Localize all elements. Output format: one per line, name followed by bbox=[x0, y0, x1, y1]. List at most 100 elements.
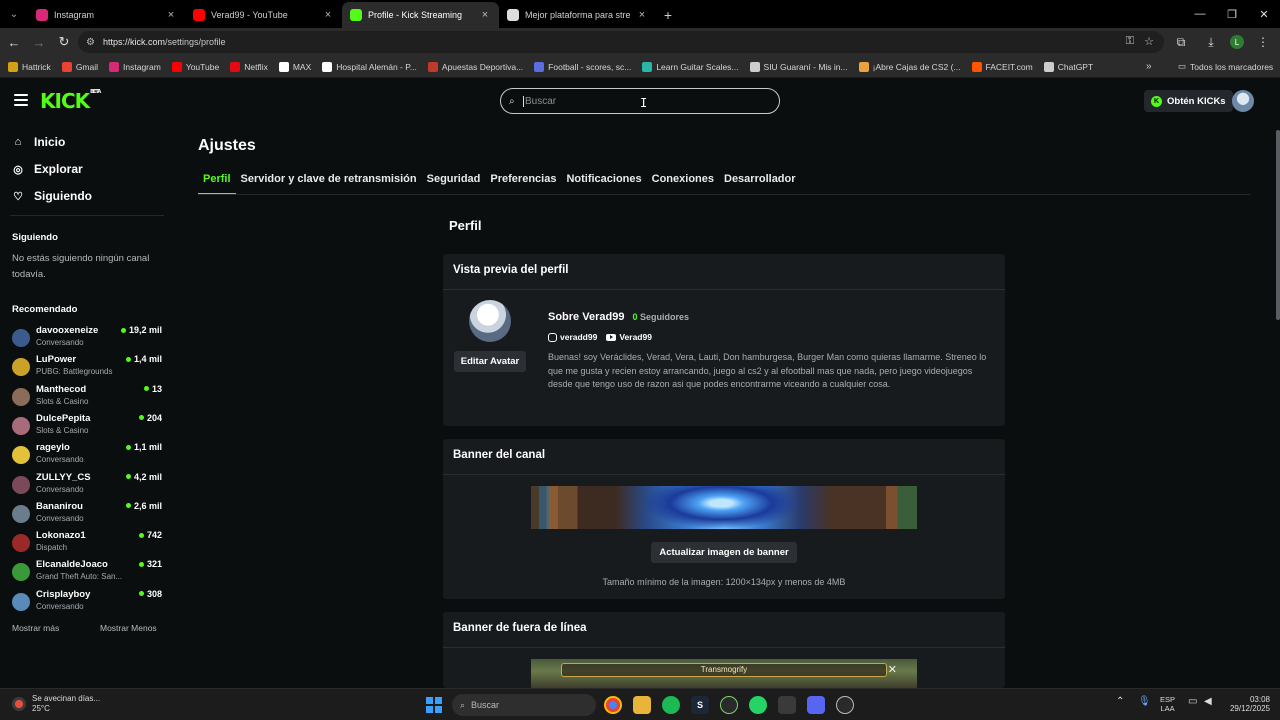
download-icon[interactable]: ⤓ bbox=[1200, 31, 1222, 53]
recommended-channel[interactable]: davooxeneize Conversando 19,2 mil bbox=[12, 325, 162, 351]
bookmark-item[interactable]: Hattrick bbox=[8, 61, 51, 72]
whatsapp-icon[interactable] bbox=[749, 696, 767, 714]
instagram-icon bbox=[36, 9, 48, 21]
profile-preview-card: Vista previa del perfil Editar Avatar So… bbox=[443, 254, 1005, 426]
recommended-channel[interactable]: LuPower PUBG: Battlegrounds 1,4 mil bbox=[12, 354, 162, 380]
browser-tab[interactable]: Instagram × bbox=[28, 2, 185, 28]
new-tab-button[interactable]: + bbox=[656, 2, 680, 28]
bookmark-item[interactable]: Learn Guitar Scales... bbox=[642, 61, 739, 72]
bookmark-favicon-icon bbox=[858, 61, 869, 72]
minimize-button[interactable]: — bbox=[1184, 0, 1216, 28]
close-tab-icon[interactable]: × bbox=[322, 9, 334, 21]
weather-widget[interactable]: Se avecinan días... 25°C bbox=[12, 694, 100, 714]
bookmark-item[interactable]: ¡Abre Cajas de CS2 (... bbox=[858, 61, 961, 72]
viewer-count: 204 bbox=[138, 413, 162, 423]
tab-settings-1[interactable]: Servidor y clave de retransmisión bbox=[236, 172, 422, 195]
volume-icon[interactable]: ◀ bbox=[1204, 696, 1212, 707]
get-kicks-button[interactable]: K Obtén KICKs bbox=[1144, 90, 1233, 112]
taskbar-search[interactable]: ⌕ Buscar bbox=[452, 694, 596, 716]
profile-avatar-image bbox=[469, 300, 511, 342]
youtube-link[interactable]: Verad99 bbox=[606, 332, 652, 342]
bookmark-star-icon[interactable]: ☆ bbox=[1144, 35, 1154, 48]
update-banner-button[interactable]: Actualizar imagen de banner bbox=[651, 542, 797, 563]
steam-icon[interactable]: S bbox=[691, 696, 709, 714]
viewer-count-value: 321 bbox=[146, 559, 162, 570]
all-bookmarks[interactable]: ▭ Todos los marcadores bbox=[1178, 61, 1273, 72]
edit-avatar-button[interactable]: Editar Avatar bbox=[454, 351, 526, 372]
bookmark-item[interactable]: YouTube bbox=[171, 61, 219, 72]
bookmark-item[interactable]: MAX bbox=[278, 61, 311, 72]
show-less-link[interactable]: Mostrar Menos bbox=[100, 623, 157, 633]
bookmark-item[interactable]: Football - scores, sc... bbox=[534, 61, 631, 72]
tab-settings-3[interactable]: Preferencias bbox=[485, 172, 561, 195]
bookmark-item[interactable]: Apuestas Deportiva... bbox=[427, 61, 523, 72]
recommended-channel[interactable]: Crisplayboy Conversando 308 bbox=[12, 589, 162, 615]
extensions-icon[interactable]: ⧉ bbox=[1170, 31, 1192, 53]
tab-settings-0[interactable]: Perfil bbox=[198, 172, 236, 195]
calculator-icon[interactable] bbox=[778, 696, 796, 714]
file-explorer-icon[interactable] bbox=[633, 696, 651, 714]
close-tab-icon[interactable]: × bbox=[165, 9, 177, 21]
show-more-link[interactable]: Mostrar más bbox=[12, 623, 59, 633]
sidebar-item-inicio[interactable]: ⌂ Inicio bbox=[12, 135, 66, 149]
browser-tab[interactable]: Profile - Kick Streaming × bbox=[342, 2, 499, 28]
folder-icon: ▭ bbox=[1178, 61, 1187, 71]
chrome-app-icon[interactable] bbox=[604, 696, 622, 714]
password-key-icon[interactable]: ⚿ bbox=[1126, 35, 1134, 48]
instagram-link[interactable]: veradd99 bbox=[548, 332, 597, 342]
bookmark-item[interactable]: Netflix bbox=[230, 61, 268, 72]
user-avatar[interactable] bbox=[1232, 90, 1254, 112]
hamburger-menu-icon[interactable] bbox=[14, 94, 28, 106]
bookmark-item[interactable]: Hospital Alemán - P... bbox=[322, 61, 417, 72]
recommended-channel[interactable]: ElcanaldeJoaco Grand Theft Auto: San... 32… bbox=[12, 559, 162, 585]
bookmarks-overflow-icon[interactable]: » bbox=[1146, 61, 1152, 72]
discord-icon[interactable] bbox=[807, 696, 825, 714]
sidebar-item-explorar[interactable]: ◎ Explorar bbox=[12, 162, 83, 176]
bookmark-item[interactable]: Gmail bbox=[61, 61, 98, 72]
recommended-channel[interactable]: Manthecod Slots & Casino 13 bbox=[12, 384, 162, 410]
tab-settings-4[interactable]: Notificaciones bbox=[561, 172, 646, 195]
back-icon[interactable]: ← bbox=[3, 31, 25, 53]
tray-overflow-icon[interactable]: ⌃ bbox=[1116, 696, 1124, 707]
instagram-handle: veradd99 bbox=[560, 332, 598, 342]
maximize-button[interactable]: ❐ bbox=[1216, 0, 1248, 28]
bookmark-item[interactable]: SIU Guaraní - Mis in... bbox=[749, 61, 848, 72]
language-indicator[interactable]: ESP LAA bbox=[1160, 695, 1175, 713]
valorant-icon[interactable] bbox=[836, 696, 854, 714]
browser-tab[interactable]: Verad99 - YouTube × bbox=[185, 2, 342, 28]
kick-logo[interactable]: KICKBETA bbox=[40, 89, 101, 113]
recommended-channel[interactable]: DulcePepita Slots & Casino 204 bbox=[12, 413, 162, 439]
clock[interactable]: 03:08 29/12/2025 bbox=[1220, 695, 1270, 713]
tab-settings-5[interactable]: Conexiones bbox=[647, 172, 719, 195]
bookmark-item[interactable]: FACEIT.com bbox=[971, 61, 1033, 72]
site-info-icon[interactable]: ⚙ bbox=[86, 37, 95, 48]
menu-kebab-icon[interactable]: ⋮ bbox=[1252, 31, 1274, 53]
close-window-button[interactable]: ✕ bbox=[1248, 0, 1280, 28]
tab-search-icon[interactable]: ⌄ bbox=[0, 0, 28, 28]
bookmark-item[interactable]: ChatGPT bbox=[1043, 61, 1093, 72]
start-button-icon[interactable] bbox=[426, 697, 442, 713]
network-icon[interactable]: ▭ bbox=[1188, 696, 1197, 707]
page-scrollbar-thumb[interactable] bbox=[1276, 130, 1280, 320]
profile-avatar[interactable]: L bbox=[1230, 35, 1244, 49]
recommended-channel[interactable]: Bananirou Conversando 2,6 mil bbox=[12, 501, 162, 527]
social-links: veradd99 Verad99 bbox=[548, 332, 652, 342]
microphone-icon[interactable]: 🎙 bbox=[1138, 696, 1151, 707]
close-tab-icon[interactable]: × bbox=[636, 9, 648, 21]
tab-settings-6[interactable]: Desarrollador bbox=[719, 172, 801, 195]
viewer-count: 742 bbox=[138, 530, 162, 540]
tab-settings-2[interactable]: Seguridad bbox=[422, 172, 486, 195]
forward-icon[interactable]: → bbox=[28, 31, 50, 53]
spotify-icon[interactable] bbox=[662, 696, 680, 714]
recommended-channel[interactable]: Lokonazo1 Dispatch 742 bbox=[12, 530, 162, 556]
channel-name: ZULLYY_CS bbox=[36, 471, 91, 483]
reload-icon[interactable]: ↻ bbox=[53, 31, 75, 53]
recommended-channel[interactable]: ZULLYY_CS Conversando 4,2 mil bbox=[12, 472, 162, 498]
close-tab-icon[interactable]: × bbox=[479, 9, 491, 21]
browser-tab[interactable]: Mejor plataforma para stream × bbox=[499, 2, 656, 28]
recommended-channel[interactable]: rageylo Conversando 1,1 mil bbox=[12, 442, 162, 468]
bookmark-item[interactable]: Instagram bbox=[109, 61, 161, 72]
sidebar-item-siguiendo[interactable]: ♡ Siguiendo bbox=[12, 189, 92, 203]
xbox-icon[interactable] bbox=[720, 696, 738, 714]
address-bar[interactable]: ⚙ https://kick.com/settings/profile ⚿ ☆ bbox=[78, 31, 1164, 53]
